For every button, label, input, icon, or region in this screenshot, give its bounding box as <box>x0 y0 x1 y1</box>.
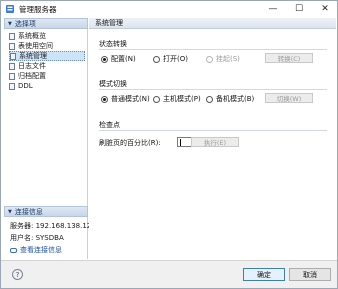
maximize-icon: ☐ <box>294 4 304 14</box>
radio-indicator <box>206 95 213 103</box>
checkpoint-group-divider <box>99 130 327 131</box>
radio-label: 挂起(S) <box>216 55 240 63</box>
sidebar-item-label: 日志文件 <box>18 62 46 70</box>
sidebar-item-label: 归档配置 <box>18 72 46 80</box>
page-icon <box>10 52 16 60</box>
radio-label: 主机模式(P) <box>163 95 201 103</box>
checkpoint-group-label: 检查点 <box>99 121 120 129</box>
switch-button: 切换(W) <box>265 93 313 103</box>
page-icon <box>9 82 15 90</box>
state-group-divider <box>99 49 327 50</box>
minimize-icon: — <box>268 4 278 14</box>
radio-normal-mode[interactable]: 普通模式(N) <box>101 94 150 104</box>
maximize-button[interactable]: ☐ <box>287 2 311 16</box>
link-icon <box>10 247 17 253</box>
text-caret <box>180 138 181 146</box>
select-section-title: 选择项 <box>14 19 36 28</box>
page-icon <box>9 42 15 50</box>
main-panel: 系统管理 状态转换 配置(N) 打开(O) 挂起(S) 转换(C) 模式切换 普… <box>89 18 336 259</box>
radio-indicator <box>153 95 160 103</box>
cancel-button[interactable]: 取消 <box>289 268 331 281</box>
sidebar-item-log-files[interactable]: 日志文件 <box>9 61 85 71</box>
title-bar: 管理服务器 — ☐ ✕ <box>1 1 337 17</box>
connection-section-title: 连接信息 <box>14 207 43 216</box>
sidebar-item-archive-config[interactable]: 归档配置 <box>9 71 85 81</box>
window-title: 管理服务器 <box>19 5 57 14</box>
dialog-footer: ? 确定 取消 <box>1 260 337 288</box>
radio-label: 普通模式(N) <box>111 95 150 103</box>
mode-group-divider <box>99 89 327 90</box>
close-button[interactable]: ✕ <box>313 2 337 16</box>
percent-label: 刷脏页的百分比(R): <box>99 139 161 147</box>
state-group-label: 状态转换 <box>99 40 127 48</box>
view-connection-label: 查看连接信息 <box>20 246 62 254</box>
connection-section-header[interactable]: ▼ 连接信息 <box>4 206 88 217</box>
radio-open[interactable]: 打开(O) <box>153 54 188 64</box>
server-app-icon <box>6 5 14 13</box>
sidebar-item-label: DDL <box>18 82 33 90</box>
radio-indicator <box>153 55 160 63</box>
sidebar-item-label: 表使用空间 <box>18 42 53 50</box>
page-title-bar: 系统管理 <box>89 18 336 29</box>
page-icon <box>9 32 15 40</box>
sidebar-item-label: 系统概览 <box>18 32 46 40</box>
radio-label: 打开(O) <box>163 55 188 63</box>
radio-indicator <box>101 95 108 103</box>
sidebar-item-system-overview[interactable]: 系统概览 <box>9 31 85 41</box>
sidebar-item-table-space[interactable]: 表使用空间 <box>9 41 85 51</box>
page-icon <box>9 72 15 80</box>
sidebar-item-ddl[interactable]: DDL <box>9 81 85 91</box>
radio-indicator <box>101 55 108 63</box>
mode-group-label: 模式切换 <box>99 80 127 88</box>
execute-button: 执行(E) <box>191 137 239 147</box>
radio-indicator <box>206 55 213 63</box>
left-panel: ▼ 选择项 系统概览 表使用空间 系统管理 日志文件 归档配置 DDL ▼ 连接… <box>4 18 96 259</box>
select-section-header[interactable]: ▼ 选择项 <box>4 18 88 29</box>
minimize-button[interactable]: — <box>261 2 285 16</box>
ok-button[interactable]: 确定 <box>243 268 285 281</box>
sidebar-item-label: 系统管理 <box>19 52 47 60</box>
manage-server-dialog: 管理服务器 — ☐ ✕ ▼ 选择项 系统概览 表使用空间 系统管理 日志文件 归… <box>0 0 338 289</box>
collapse-triangle-icon: ▼ <box>8 20 12 27</box>
server-address: 服务器: 192.168.138.120 <box>10 222 96 230</box>
radio-label: 备机模式(B) <box>216 95 255 103</box>
page-icon <box>9 62 15 70</box>
radio-label: 配置(N) <box>111 55 136 63</box>
radio-primary-mode[interactable]: 主机模式(P) <box>153 94 201 104</box>
close-icon: ✕ <box>321 4 329 14</box>
view-connection-link[interactable]: 查看连接信息 <box>10 245 62 255</box>
page-title: 系统管理 <box>95 19 123 27</box>
help-icon[interactable]: ? <box>12 269 23 280</box>
user-name: 用户名: SYSDBA <box>10 234 64 242</box>
collapse-triangle-icon: ▼ <box>8 208 12 215</box>
radio-suspend: 挂起(S) <box>206 54 240 64</box>
radio-standby-mode[interactable]: 备机模式(B) <box>206 94 254 104</box>
radio-configure[interactable]: 配置(N) <box>101 54 136 64</box>
sidebar-item-system-management[interactable]: 系统管理 <box>9 51 85 61</box>
convert-button: 转换(C) <box>265 53 313 63</box>
